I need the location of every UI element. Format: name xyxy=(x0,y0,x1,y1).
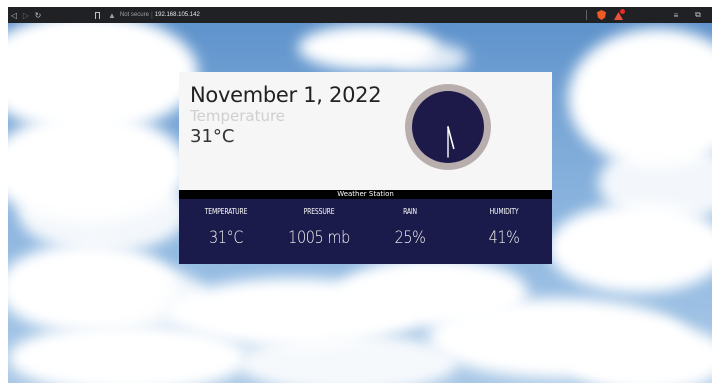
forward-arrow-icon[interactable]: ▷ xyxy=(20,8,32,22)
address-separator: | xyxy=(150,11,153,19)
warning-icon[interactable]: ▲ xyxy=(108,11,116,20)
hour-hand xyxy=(447,126,455,150)
current-date: November 1, 2022 xyxy=(190,83,382,107)
security-label[interactable]: Not secure xyxy=(120,12,149,18)
stat-label: RAIN xyxy=(403,207,417,216)
reload-icon[interactable]: ↻ xyxy=(32,8,44,22)
toolbar-divider xyxy=(586,10,587,20)
stat-value: 41% xyxy=(488,228,520,248)
station-title: Weather Station xyxy=(179,190,552,199)
stat-value: 1005 mb xyxy=(288,228,350,248)
extensions-icon[interactable]: ≡ xyxy=(670,11,682,20)
stat-value: 31°C xyxy=(208,228,243,248)
page-viewport: November 1, 2022 Temperature 31°C Weathe… xyxy=(8,23,712,383)
brave-rewards-icon[interactable] xyxy=(614,9,625,20)
stat-label: HUMIDITY xyxy=(489,207,519,216)
sidebar-icon[interactable]: ⧉ xyxy=(692,10,704,20)
stats-panel: TEMPERATURE 31°C PRESSURE 1005 mb RAIN 2… xyxy=(179,199,552,264)
address-bar-url[interactable]: 192.168.105.142 xyxy=(155,12,200,18)
stat-pressure: PRESSURE 1005 mb xyxy=(274,199,364,264)
stat-rain: RAIN 25% xyxy=(365,199,455,264)
back-arrow-icon[interactable]: ◁ xyxy=(8,8,20,22)
bookmark-icon[interactable] xyxy=(92,8,102,22)
stat-value: 25% xyxy=(394,228,426,248)
browser-toolbar: ◁ ▷ ↻ ▲ Not secure | 192.168.105.142 ≡ ⧉ xyxy=(8,7,712,23)
temperature-label: Temperature xyxy=(190,107,286,125)
summary-panel: November 1, 2022 Temperature 31°C xyxy=(179,72,552,190)
stat-label: TEMPERATURE xyxy=(204,207,248,216)
clock-hands xyxy=(447,126,455,158)
stat-humidity: HUMIDITY 41% xyxy=(459,199,549,264)
temperature-value: 31°C xyxy=(190,126,235,147)
weather-widget: November 1, 2022 Temperature 31°C Weathe… xyxy=(179,72,552,264)
analog-clock xyxy=(405,84,491,170)
stat-temperature: TEMPERATURE 31°C xyxy=(181,199,271,264)
brave-shield-icon[interactable] xyxy=(597,10,606,20)
stat-label: PRESSURE xyxy=(303,207,335,216)
